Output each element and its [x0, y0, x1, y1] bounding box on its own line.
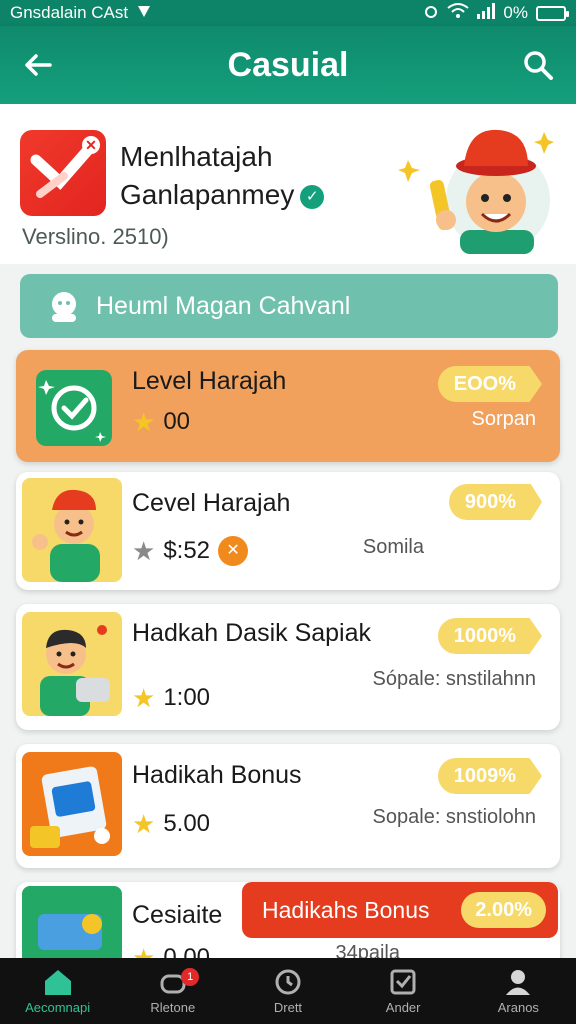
- status-bar: Gnsdalain CAst 0%: [0, 0, 576, 26]
- nav-label: Drett: [273, 999, 303, 1015]
- nav-item-games[interactable]: 1 Rletone: [115, 958, 230, 1024]
- battery-level: 0%: [503, 3, 528, 22]
- discount-tag: 900%: [448, 484, 542, 520]
- nav-item-recent[interactable]: Drett: [230, 958, 345, 1024]
- list-item-subtitle: Sópale: snstilahnn: [372, 668, 536, 690]
- list-item[interactable]: Cevel Harajah ★ $:52 ✕ 900% Somila: [16, 472, 560, 590]
- list-item-thumbnail: [30, 354, 126, 458]
- nav-label: Aecomnapi: [25, 999, 91, 1015]
- carrier-label: Gnsdalain CAst: [10, 3, 129, 22]
- app-bar: Casuial: [0, 26, 576, 104]
- bottom-navigation: Aecomnapi 1 Rletone Drett Ander Aranos: [0, 958, 576, 1024]
- notification-badge: 1: [181, 968, 200, 986]
- bonus-tablet-icon: [30, 766, 110, 848]
- search-icon: [524, 51, 553, 80]
- logo-badge-icon: ✕: [82, 136, 100, 154]
- app-version: Verslino. 2510): [22, 224, 169, 249]
- list-item-subtitle: Somila: [362, 536, 424, 558]
- star-icon: ★: [132, 809, 156, 839]
- star-icon: ★: [132, 683, 156, 713]
- back-button[interactable]: [18, 45, 58, 85]
- list-item[interactable]: Hadkah Dasik Sapiak ★ 1:00 1000% Sópale:…: [16, 604, 560, 730]
- nav-label: Ander: [385, 999, 421, 1015]
- nav-item-tasks[interactable]: Ander: [346, 958, 461, 1024]
- signal-icon: [477, 2, 496, 24]
- verified-icon: ✓: [300, 184, 325, 209]
- chef-character-icon: [40, 625, 110, 716]
- app-name-line1: Menlhatajah: [120, 141, 273, 172]
- discount-tag: 1009%: [437, 758, 542, 794]
- mascot-face-icon: [52, 292, 76, 322]
- check-box-icon: [390, 969, 416, 994]
- promo-label: Hadikahs Bonus: [262, 896, 430, 923]
- nav-label: Rletone: [150, 999, 196, 1015]
- coin-icon: ✕: [218, 536, 249, 566]
- bonus-promo-button[interactable]: Hadikahs Bonus 2.00%: [242, 882, 558, 938]
- cook-character-icon: [32, 489, 100, 582]
- list-item-title: Cevel Harajah: [132, 489, 291, 517]
- alarm-icon: [423, 3, 439, 24]
- battery-icon: [536, 5, 569, 21]
- nav-label: Aranos: [497, 999, 539, 1015]
- discount-tag: EOO%: [437, 366, 542, 402]
- list-item-rating: $:52: [163, 537, 211, 564]
- user-icon: [506, 969, 531, 995]
- category-banner[interactable]: Heuml Magan Cahvanl: [20, 274, 558, 338]
- search-button[interactable]: [518, 45, 558, 85]
- star-icon: ★: [132, 407, 156, 437]
- mascot-illustration-icon: [398, 129, 554, 254]
- list-item-subtitle: Sopale: snstiolohn: [372, 806, 536, 828]
- promo-value: 2.00%: [461, 892, 546, 928]
- banner-text: Heuml Magan Cahvanl: [96, 291, 351, 320]
- list-item-thumbnail: [22, 612, 122, 716]
- wifi-icon: [447, 2, 470, 24]
- app-header-card: ✕ Menlhatajah Ganlapanmey ✓ Verslino. 251…: [0, 104, 576, 264]
- list-item-rating: 1:00: [163, 684, 211, 711]
- app-name-line2: Ganlapanmey: [120, 179, 295, 210]
- list-item[interactable]: Level Harajah ★ 00 EOO% Sorpan: [16, 350, 560, 462]
- list-item-subtitle: Sorpan: [471, 408, 537, 430]
- star-icon: ★: [132, 536, 156, 566]
- list-item-title: Hadikah Bonus: [132, 761, 302, 789]
- check-badge-icon: [36, 370, 112, 446]
- list-item-thumbnail: [22, 478, 122, 582]
- list-item-thumbnail: [22, 752, 122, 856]
- list-item-title: Cesiaite: [132, 901, 223, 929]
- list-item[interactable]: Hadikah Bonus ★ 5.00 1009% Sopale: snsti…: [16, 744, 560, 868]
- location-icon: [136, 3, 152, 24]
- clock-icon: [275, 969, 301, 994]
- app-logo: ✕: [20, 130, 106, 216]
- home-icon: [44, 969, 71, 995]
- list-item-title: Level Harajah: [132, 367, 287, 395]
- list-item-rating: 5.00: [163, 810, 211, 837]
- list-item-title: Hadkah Dasik Sapiak: [132, 619, 372, 647]
- app-name: Menlhatajah Ganlapanmey ✓: [120, 138, 370, 214]
- list-item-rating: 00: [163, 408, 191, 435]
- nav-item-profile[interactable]: Aranos: [461, 958, 576, 1024]
- back-arrow-icon: [25, 54, 52, 76]
- page-title: Casuial: [227, 45, 349, 84]
- nav-item-home[interactable]: Aecomnapi: [0, 958, 115, 1024]
- discount-tag: 1000%: [437, 618, 542, 654]
